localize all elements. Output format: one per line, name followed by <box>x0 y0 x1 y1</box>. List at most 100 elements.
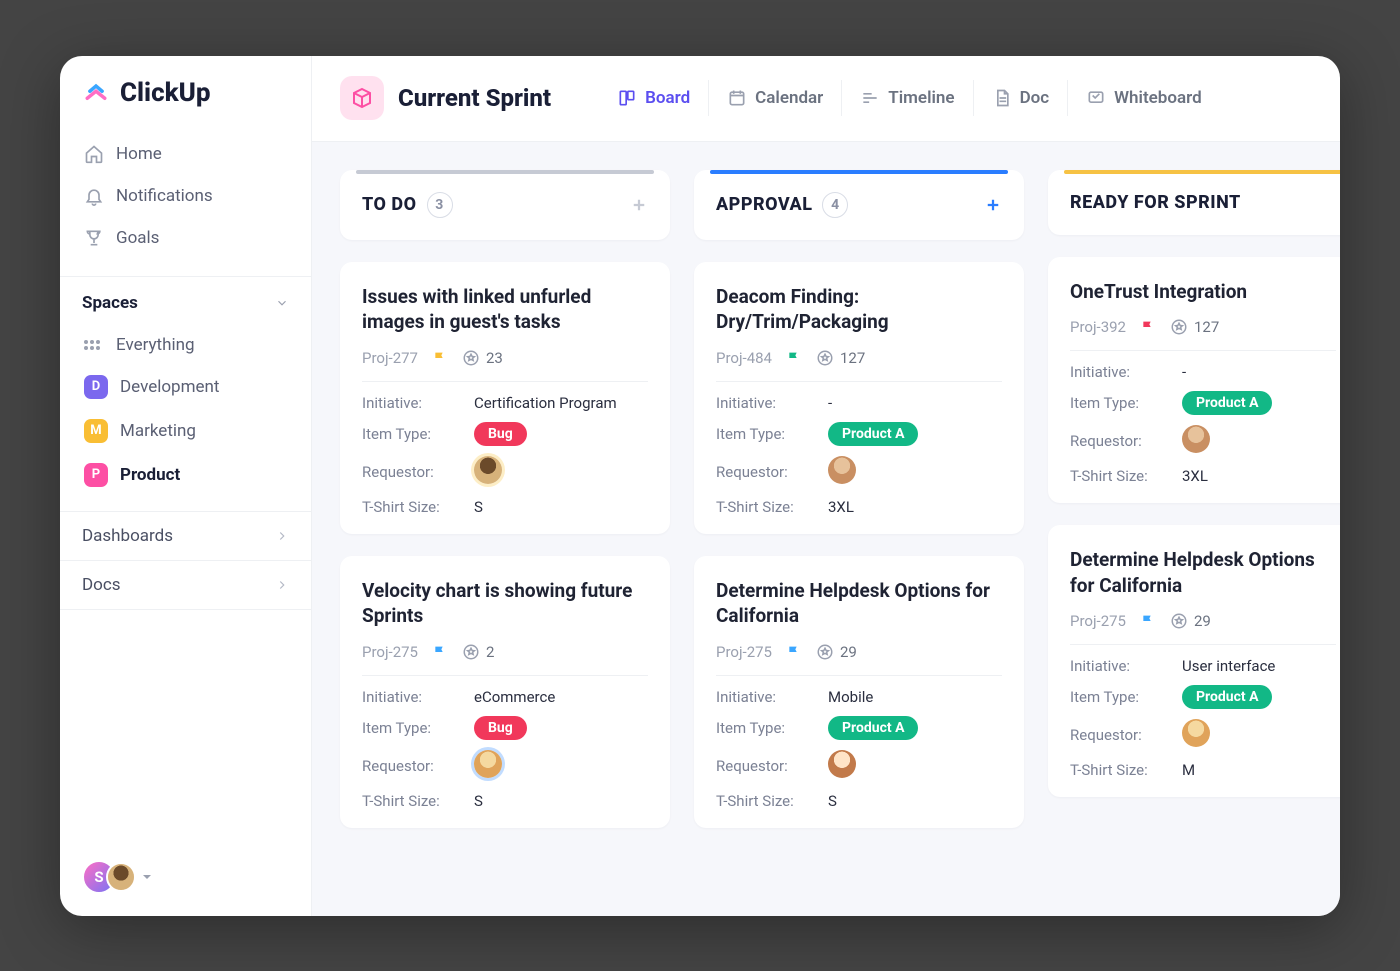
requestor-avatar <box>474 750 502 778</box>
nav-docs-label: Docs <box>82 575 121 595</box>
sprint-icon <box>340 76 384 120</box>
task-card[interactable]: Velocity chart is showing future Sprints… <box>340 556 670 828</box>
field-label: Initiative: <box>362 394 474 412</box>
add-card-icon[interactable] <box>630 196 648 214</box>
nav-dashboards[interactable]: Dashboards <box>60 511 311 560</box>
nav-home-label: Home <box>116 144 162 164</box>
requestor-avatar <box>474 456 502 484</box>
calendar-icon <box>727 88 747 108</box>
field-label: Initiative: <box>362 688 474 706</box>
field-value: 3XL <box>1182 467 1208 485</box>
clickup-logo-icon <box>82 79 110 107</box>
workspace-switcher[interactable]: S <box>82 860 152 894</box>
field-value: - <box>828 394 832 412</box>
tab-timeline[interactable]: Timeline <box>841 80 972 116</box>
card-meta: Proj-275 29 <box>716 643 1002 661</box>
task-card[interactable]: Determine Helpdesk Options for Californi… <box>1048 525 1340 797</box>
space-item-label: Product <box>120 465 180 485</box>
spaces-header[interactable]: Spaces <box>60 276 311 323</box>
card-fields: Initiative:User interface Item Type:Prod… <box>1070 644 1336 779</box>
column-header[interactable]: APPROVAL 4 <box>694 170 1024 240</box>
card-title: Issues with linked unfurled images in gu… <box>362 284 648 335</box>
tab-board[interactable]: Board <box>599 80 708 116</box>
space-item-marketing[interactable]: M Marketing <box>72 411 299 451</box>
field-label: Item Type: <box>362 719 474 737</box>
task-card[interactable]: OneTrust Integration Proj-392 127 Initia… <box>1048 257 1340 504</box>
flag-icon <box>786 644 802 660</box>
requestor-avatar <box>828 456 856 484</box>
score: 2 <box>462 643 494 661</box>
score: 127 <box>1170 318 1219 336</box>
card-title: Deacom Finding: Dry/Trim/Packaging <box>716 284 1002 335</box>
star-icon <box>816 643 834 661</box>
board-column: APPROVAL 4 Deacom Finding: Dry/Trim/Pack… <box>694 170 1024 888</box>
card-title: Determine Helpdesk Options for Californi… <box>716 578 1002 629</box>
field-label: Item Type: <box>716 425 828 443</box>
field-label: T-Shirt Size: <box>362 792 474 810</box>
requestor-avatar <box>1182 425 1210 453</box>
space-badge: P <box>84 463 108 487</box>
tab-doc[interactable]: Doc <box>973 80 1068 116</box>
score: 29 <box>1170 612 1211 630</box>
field-value: eCommerce <box>474 688 555 706</box>
field-label: Initiative: <box>716 394 828 412</box>
task-card[interactable]: Determine Helpdesk Options for Californi… <box>694 556 1024 828</box>
space-list: Everything D Development M Marketing P P… <box>60 323 311 511</box>
page-title: Current Sprint <box>398 84 551 112</box>
score-value: 23 <box>486 349 503 367</box>
nav-notifications[interactable]: Notifications <box>72 176 299 216</box>
column-title: APPROVAL <box>716 194 812 215</box>
star-icon <box>462 643 480 661</box>
star-icon <box>816 349 834 367</box>
space-item-label: Marketing <box>120 421 196 441</box>
nav-goals-label: Goals <box>116 228 159 248</box>
doc-icon <box>992 88 1012 108</box>
field-label: Item Type: <box>362 425 474 443</box>
column-header[interactable]: READY FOR SPRINT <box>1048 170 1340 235</box>
page-title-chip[interactable]: Current Sprint <box>340 76 551 120</box>
field-label: T-Shirt Size: <box>716 498 828 516</box>
task-card[interactable]: Issues with linked unfurled images in gu… <box>340 262 670 534</box>
project-id: Proj-484 <box>716 349 772 367</box>
project-id: Proj-275 <box>716 643 772 661</box>
nav-home[interactable]: Home <box>72 134 299 174</box>
chevron-right-icon <box>275 529 289 543</box>
nav-goals[interactable]: Goals <box>72 218 299 258</box>
field-label: Requestor: <box>716 757 828 775</box>
field-label: Initiative: <box>1070 657 1182 675</box>
add-card-icon[interactable] <box>984 196 1002 214</box>
brand-name: ClickUp <box>120 78 211 108</box>
item-type-pill: Bug <box>474 716 527 740</box>
flag-icon <box>432 644 448 660</box>
item-type-pill: Product A <box>828 422 918 446</box>
column-title: TO DO <box>362 194 417 215</box>
home-icon <box>84 144 104 164</box>
brand[interactable]: ClickUp <box>60 78 311 130</box>
kanban-board: TO DO 3 Issues with linked unfurled imag… <box>312 142 1340 916</box>
requestor-avatar <box>1182 719 1210 747</box>
field-label: T-Shirt Size: <box>1070 761 1182 779</box>
item-type-pill: Product A <box>828 716 918 740</box>
card-meta: Proj-484 127 <box>716 349 1002 367</box>
field-label: Item Type: <box>1070 394 1182 412</box>
space-everything[interactable]: Everything <box>72 327 299 363</box>
tab-whiteboard[interactable]: Whiteboard <box>1067 80 1220 116</box>
score: 23 <box>462 349 503 367</box>
nav-docs[interactable]: Docs <box>60 560 311 610</box>
card-meta: Proj-275 2 <box>362 643 648 661</box>
space-badge: D <box>84 375 108 399</box>
space-item-development[interactable]: D Development <box>72 367 299 407</box>
card-title: OneTrust Integration <box>1070 279 1336 305</box>
caret-down-icon <box>142 872 152 882</box>
space-item-product[interactable]: P Product <box>72 455 299 495</box>
whiteboard-icon <box>1086 88 1106 108</box>
tab-calendar[interactable]: Calendar <box>708 80 841 116</box>
tab-label: Whiteboard <box>1114 88 1202 108</box>
project-id: Proj-392 <box>1070 318 1126 336</box>
column-header[interactable]: TO DO 3 <box>340 170 670 240</box>
task-card[interactable]: Deacom Finding: Dry/Trim/Packaging Proj-… <box>694 262 1024 534</box>
card-meta: Proj-277 23 <box>362 349 648 367</box>
app-window: ClickUp Home Notifications Goals Spaces <box>60 56 1340 916</box>
card-fields: Initiative:- Item Type:Product A Request… <box>1070 350 1336 485</box>
score-value: 127 <box>840 349 865 367</box>
